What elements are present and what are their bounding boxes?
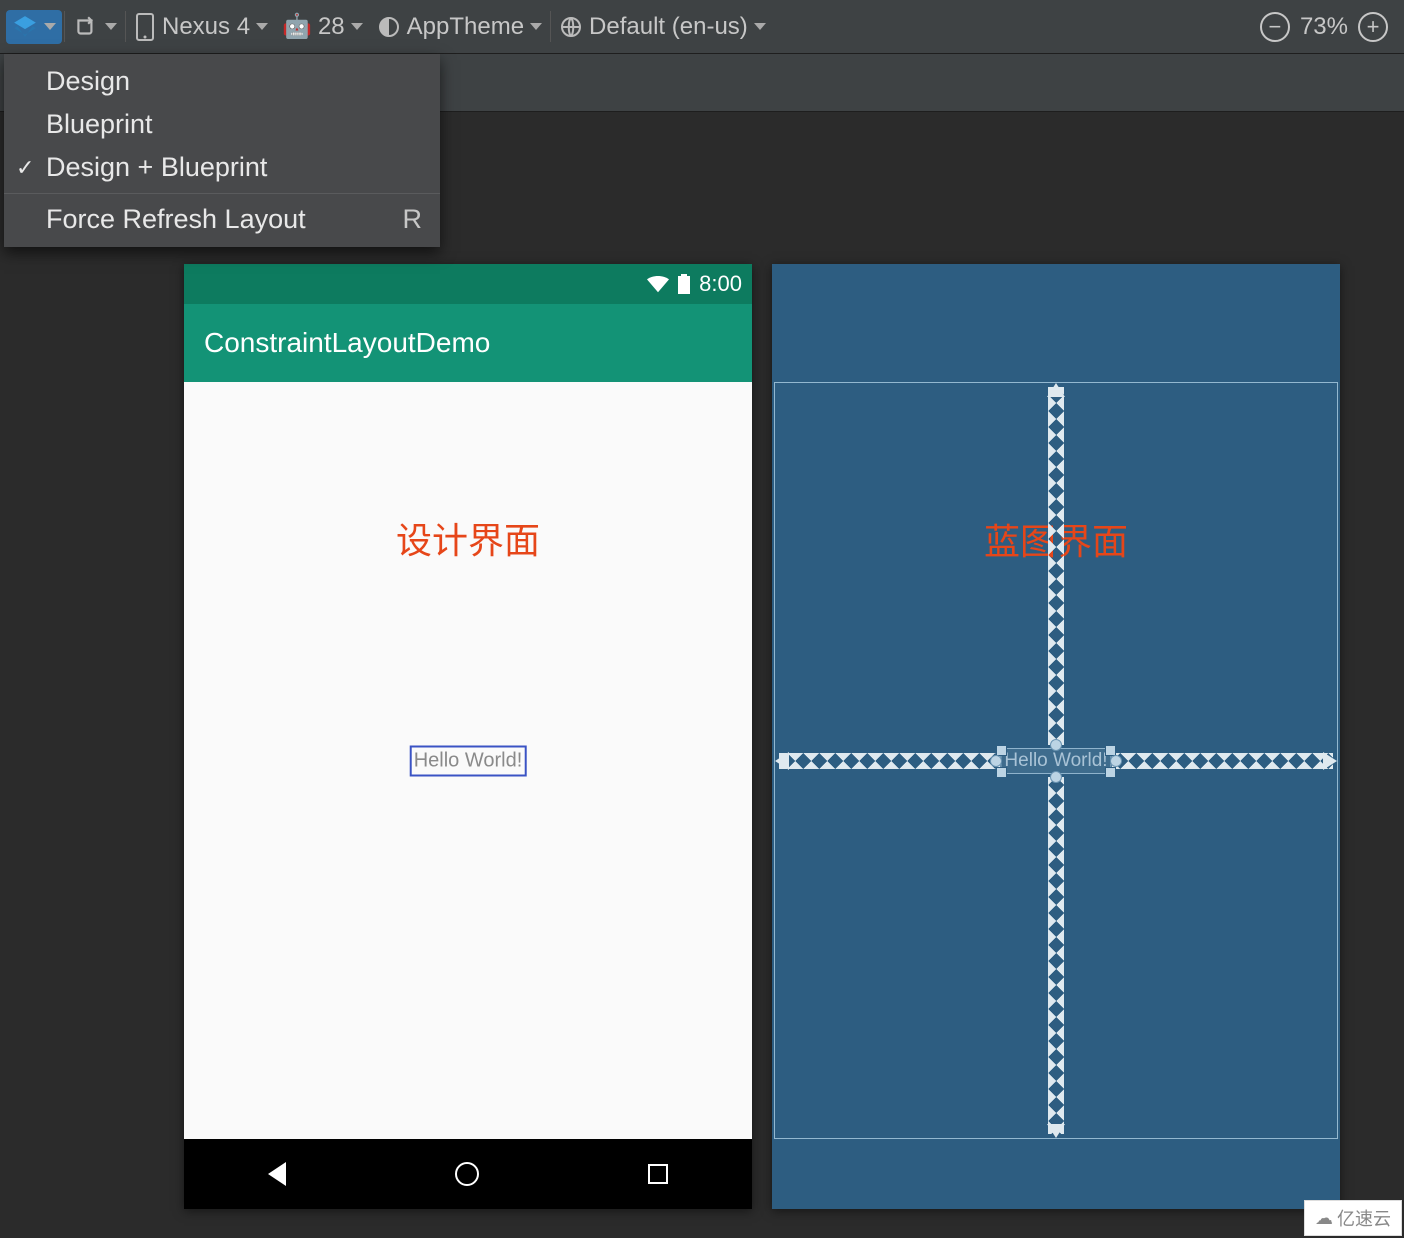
dropdown-item-design[interactable]: Design [4, 60, 440, 103]
arrow-right-icon [1323, 752, 1337, 770]
arrow-down-icon [1047, 1124, 1065, 1138]
dropdown-label: Design [46, 66, 130, 97]
globe-icon [559, 15, 583, 39]
nav-recent-icon[interactable] [648, 1164, 668, 1184]
selection-handle[interactable] [1105, 767, 1116, 778]
nav-home-icon[interactable] [455, 1162, 479, 1186]
api-level-label: 28 [318, 13, 345, 41]
textview-hello[interactable]: Hello World! [410, 745, 527, 776]
main-toolbar: Nexus 4 🤖 28 AppTheme Default (en-us) − … [0, 0, 1404, 54]
locale-label: Default (en-us) [589, 13, 748, 41]
dropdown-label: Force Refresh Layout [46, 204, 306, 235]
android-icon: 🤖 [282, 12, 312, 41]
check-icon: ✓ [16, 155, 46, 181]
design-canvas[interactable]: 8:00 ConstraintLayoutDemo 设计界面 Hello Wor… [0, 112, 1404, 1238]
design-surface-dropdown: Design Blueprint ✓ Design + Blueprint Fo… [4, 54, 440, 247]
design-surface-button[interactable] [6, 10, 62, 44]
constraint-anchor[interactable] [990, 755, 1002, 767]
status-bar: 8:00 [184, 264, 752, 304]
constraint-spring-bottom [1048, 777, 1064, 1135]
orientation-button[interactable] [67, 10, 123, 44]
layers-icon [12, 14, 38, 40]
selection-handle[interactable] [996, 767, 1007, 778]
wifi-icon [647, 275, 669, 293]
blueprint-textview-hello[interactable]: Hello World! [1000, 748, 1111, 774]
app-title: ConstraintLayoutDemo [204, 327, 490, 359]
design-content[interactable]: 设计界面 Hello World! [184, 382, 752, 1139]
dropdown-label: Design + Blueprint [46, 152, 267, 183]
device-selector[interactable]: Nexus 4 [128, 9, 274, 45]
arrow-left-icon [775, 752, 789, 770]
caret-down-icon [530, 23, 542, 30]
dropdown-item-blueprint[interactable]: Blueprint [4, 103, 440, 146]
annotation-design: 设计界面 [396, 512, 540, 564]
dropdown-item-design-blueprint[interactable]: ✓ Design + Blueprint [4, 146, 440, 189]
zoom-in-button[interactable]: + [1358, 12, 1388, 42]
dropdown-label: Blueprint [46, 109, 153, 140]
zoom-level: 73% [1300, 13, 1348, 41]
constraint-spring-right [1112, 753, 1333, 769]
dropdown-item-force-refresh[interactable]: Force Refresh Layout R [4, 198, 440, 241]
watermark: ☁ 亿速云 [1304, 1200, 1402, 1236]
navigation-bar [184, 1139, 752, 1209]
selection-handle[interactable] [1105, 745, 1116, 756]
nav-back-icon[interactable] [268, 1162, 286, 1186]
caret-down-icon [105, 23, 117, 30]
arrow-up-icon [1047, 383, 1065, 397]
constraint-anchor[interactable] [1050, 739, 1062, 751]
constraint-anchor[interactable] [1050, 771, 1062, 783]
battery-icon [677, 274, 691, 294]
theme-icon [377, 15, 401, 39]
dropdown-shortcut: R [403, 204, 423, 235]
watermark-text: 亿速云 [1337, 1205, 1391, 1231]
phone-icon [134, 13, 156, 41]
constraint-anchor[interactable] [1110, 755, 1122, 767]
constraint-spring-top [1048, 387, 1064, 745]
selection-handle[interactable] [996, 745, 1007, 756]
theme-selector[interactable]: AppTheme [371, 9, 548, 45]
rotate-icon [73, 14, 99, 40]
blueprint-frame: 蓝图界面 Hello World! [774, 382, 1338, 1139]
action-bar: ConstraintLayoutDemo [184, 304, 752, 382]
theme-label: AppTheme [407, 13, 524, 41]
caret-down-icon [754, 23, 766, 30]
watermark-icon: ☁ [1315, 1208, 1333, 1229]
status-time: 8:00 [699, 271, 742, 297]
dropdown-separator [4, 193, 440, 194]
zoom-out-button[interactable]: − [1260, 12, 1290, 42]
device-preview-design[interactable]: 8:00 ConstraintLayoutDemo 设计界面 Hello Wor… [184, 264, 752, 1209]
caret-down-icon [44, 23, 56, 30]
caret-down-icon [351, 23, 363, 30]
device-label: Nexus 4 [162, 13, 250, 41]
api-selector[interactable]: 🤖 28 [276, 8, 369, 45]
caret-down-icon [256, 23, 268, 30]
constraint-spring-left [779, 753, 1000, 769]
locale-selector[interactable]: Default (en-us) [553, 9, 772, 45]
device-preview-blueprint[interactable]: 蓝图界面 Hello World! [772, 264, 1340, 1209]
